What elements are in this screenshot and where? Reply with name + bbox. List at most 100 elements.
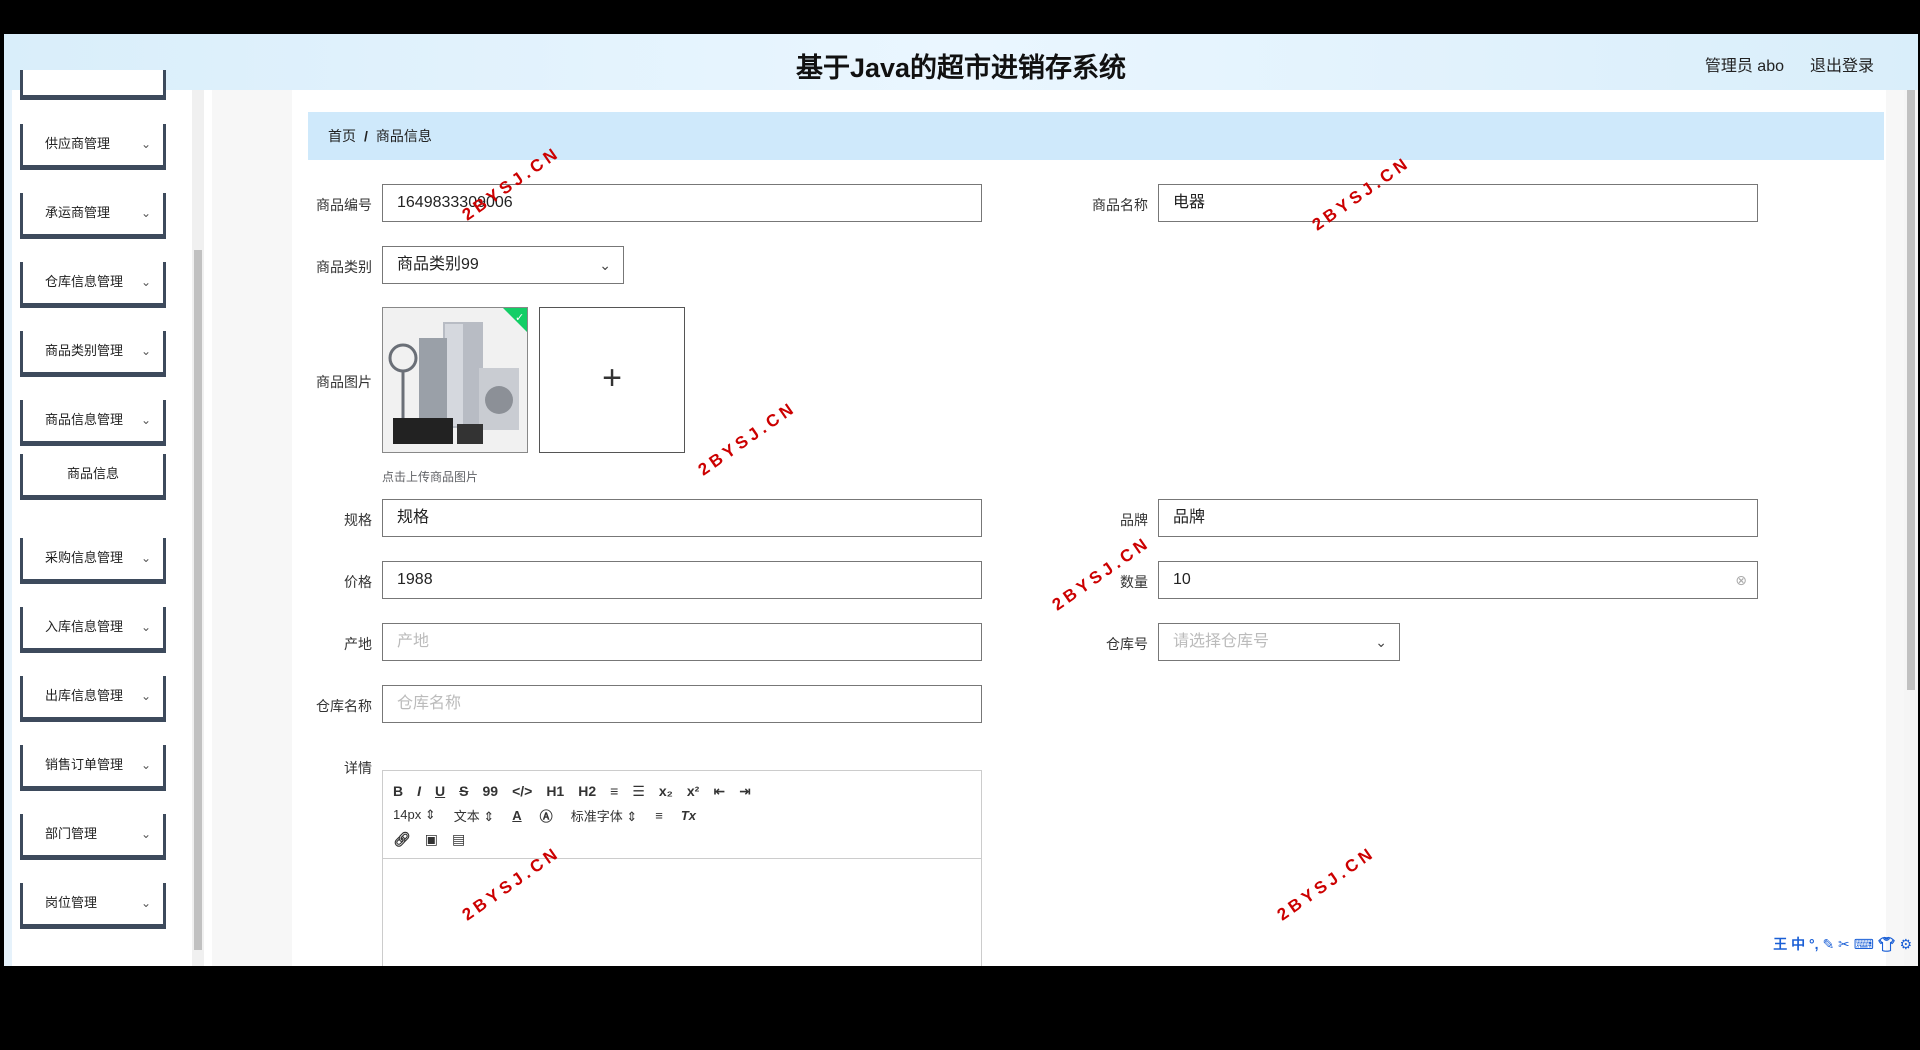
outdent-button[interactable]: ⇤ [713, 783, 725, 800]
sidebar-scrollbar[interactable] [192, 90, 204, 966]
breadcrumb-home[interactable]: 首页 [328, 128, 356, 144]
name-label: 商品名称 [1092, 197, 1148, 213]
sidebar-item-purchase[interactable]: 采购信息管理 ⌄ [20, 538, 166, 584]
toolbar-row-2: 14px ⇕ 文本 ⇕ A Ⓐ 标准字体 ⇕ ≡ Tx [393, 803, 971, 827]
image-upload-button[interactable]: + [539, 307, 685, 453]
sidebar-item-label: 承运商管理 [45, 205, 111, 220]
sidebar-item-sales[interactable]: 销售订单管理 ⌄ [20, 745, 166, 791]
name-input[interactable]: 电器 [1158, 184, 1758, 222]
header-select[interactable]: 文本 ⇕ [454, 806, 495, 825]
main-scrollbar[interactable] [1904, 90, 1918, 966]
chevron-down-icon: ⌄ [1375, 634, 1387, 650]
logout-link[interactable]: 退出登录 [1810, 52, 1874, 76]
indent-button[interactable]: ⇥ [739, 783, 751, 800]
sidebar-item-outbound[interactable]: 出库信息管理 ⌄ [20, 676, 166, 722]
brand-input[interactable]: 品牌 [1158, 499, 1758, 537]
sidebar-item-label: 部门管理 [45, 826, 98, 841]
price-label: 价格 [344, 574, 372, 590]
ime-toolbar-icon[interactable]: 王 中 °, ✎ ✂ ⌨ 👕︎ ⚙ [1773, 934, 1912, 954]
sidebar-item-label: 供应商管理 [45, 136, 111, 151]
h1-button[interactable]: H1 [546, 783, 564, 799]
origin-label: 产地 [344, 636, 372, 652]
sidebar-subitem-product-info[interactable]: 商品信息 [20, 454, 166, 500]
toolbar-row-3: 🔗︎ ▣ ▤ [393, 827, 971, 851]
h2-button[interactable]: H2 [578, 783, 596, 799]
sidebar-edge [4, 90, 12, 966]
chevron-down-icon: ⌄ [140, 413, 151, 427]
image-icon[interactable]: ▣ [425, 831, 438, 848]
code-label: 商品编号 [316, 197, 372, 213]
qty-value: 10 [1173, 571, 1191, 588]
price-input[interactable]: 1988 [382, 561, 982, 599]
sidebar-item-label: 岗位管理 [45, 895, 98, 910]
sidebar-item-position[interactable]: 岗位管理 ⌄ [20, 883, 166, 929]
sidebar-item-label: 商品信息 [66, 466, 119, 481]
chevron-down-icon: ⌄ [140, 758, 151, 772]
form-card: 首页 / 商品信息 商品编号 1649833309006 商品名称 电器 商品类别 … [292, 90, 1886, 966]
clear-icon[interactable]: ⊗ [1735, 562, 1747, 598]
sidebar-item-label: 商品信息管理 [45, 412, 124, 427]
select-arrows-icon: ⇕ [626, 808, 638, 824]
font-size-select[interactable]: 14px ⇕ [393, 807, 436, 823]
app-title: 基于Java的超市进销存系统 [795, 53, 1127, 83]
plus-icon: + [602, 359, 622, 397]
warehouse-name-input[interactable]: 仓库名称 [382, 685, 982, 723]
sidebar-item-label: 采购信息管理 [45, 550, 124, 565]
chevron-down-icon: ⌄ [140, 206, 151, 220]
svg-text:✓: ✓ [515, 311, 524, 324]
sidebar-item-top-cut[interactable] [20, 70, 166, 100]
strike-button[interactable]: S [459, 783, 468, 799]
editor-toolbar: B I U S 99 </> H1 H2 ≡ ☰ x₂ x² ⇤ ⇥ 14px … [383, 771, 981, 859]
scrollbar-thumb[interactable] [194, 250, 202, 950]
rich-text-editor[interactable]: B I U S 99 </> H1 H2 ≡ ☰ x₂ x² ⇤ ⇥ 14px … [382, 770, 982, 966]
superscript-button[interactable]: x² [687, 783, 699, 799]
toolbar-row-1: B I U S 99 </> H1 H2 ≡ ☰ x₂ x² ⇤ ⇥ [393, 779, 971, 803]
sidebar-item-product[interactable]: 商品信息管理 ⌄ [20, 400, 166, 446]
font-size-value: 14px [393, 807, 422, 822]
select-arrows-icon: ⇕ [424, 807, 436, 822]
sidebar-item-warehouse[interactable]: 仓库信息管理 ⌄ [20, 262, 166, 308]
video-icon[interactable]: ▤ [452, 831, 465, 848]
code-button[interactable]: </> [512, 783, 532, 799]
italic-button[interactable]: I [417, 783, 421, 799]
sidebar-item-label: 销售订单管理 [45, 757, 124, 772]
warehouse-no-label: 仓库号 [1106, 636, 1148, 652]
header: 基于Java的超市进销存系统 管理员 abo 退出登录 [4, 34, 1918, 90]
warehouse-name-label: 仓库名称 [316, 698, 372, 714]
detail-label: 详情 [344, 760, 372, 776]
clear-format-icon[interactable]: Tx [681, 808, 696, 823]
qty-input[interactable]: 10 ⊗ [1158, 561, 1758, 599]
sidebar-item-category[interactable]: 商品类别管理 ⌄ [20, 331, 166, 377]
chevron-down-icon: ⌄ [140, 137, 151, 151]
sidebar-item-supplier[interactable]: 供应商管理 ⌄ [20, 124, 166, 170]
chevron-down-icon: ⌄ [599, 257, 611, 273]
warehouse-no-select[interactable]: 请选择仓库号 ⌄ [1158, 623, 1400, 661]
select-arrows-icon: ⇕ [483, 808, 495, 824]
appliance-image: ✓ [383, 308, 527, 452]
underline-button[interactable]: U [435, 783, 445, 799]
align-icon[interactable]: ≡ [655, 808, 663, 823]
category-select[interactable]: 商品类别99 ⌄ [382, 246, 624, 284]
chevron-down-icon: ⌄ [140, 551, 151, 565]
quote-button[interactable]: 99 [482, 783, 498, 799]
sidebar-item-label: 仓库信息管理 [45, 274, 124, 289]
sidebar-item-carrier[interactable]: 承运商管理 ⌄ [20, 193, 166, 239]
link-icon[interactable]: 🔗︎ [393, 831, 411, 848]
font-family-select[interactable]: 标准字体 ⇕ [571, 806, 638, 825]
scrollbar-thumb[interactable] [1907, 90, 1915, 690]
ordered-list-button[interactable]: ≡ [610, 783, 618, 799]
sidebar-item-department[interactable]: 部门管理 ⌄ [20, 814, 166, 860]
chevron-down-icon: ⌄ [140, 275, 151, 289]
category-label: 商品类别 [316, 259, 372, 275]
background-color-icon[interactable]: Ⓐ [540, 806, 553, 825]
sidebar-item-inbound[interactable]: 入库信息管理 ⌄ [20, 607, 166, 653]
product-image-thumbnail[interactable]: ✓ [382, 307, 528, 453]
origin-input[interactable]: 产地 [382, 623, 982, 661]
subscript-button[interactable]: x₂ [659, 783, 673, 799]
font-color-icon[interactable]: A [512, 808, 521, 823]
screen: 基于Java的超市进销存系统 管理员 abo 退出登录 供应商管理 ⌄ 承运商管理… [4, 34, 1918, 966]
bullet-list-button[interactable]: ☰ [632, 783, 645, 800]
spec-input[interactable]: 规格 [382, 499, 982, 537]
breadcrumb-current: 商品信息 [375, 128, 432, 144]
bold-button[interactable]: B [393, 783, 403, 799]
